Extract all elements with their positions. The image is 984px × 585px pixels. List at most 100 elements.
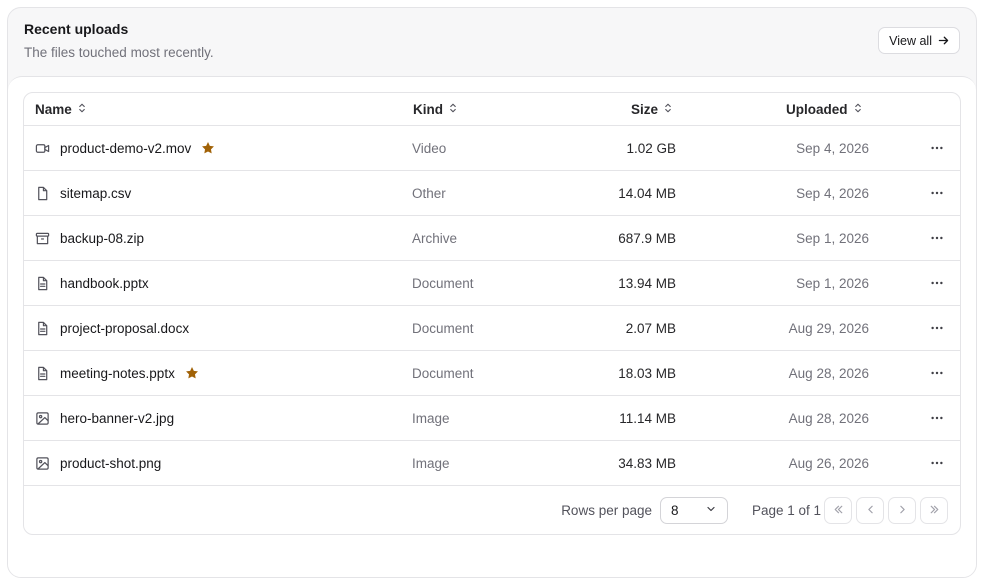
table-footer: Rows per page 8 Page 1 of 1 (24, 486, 960, 534)
card-subtitle: The files touched most recently. (24, 45, 214, 60)
file-name[interactable]: product-demo-v2.mov (60, 141, 191, 156)
cell-size: 13.94 MB (618, 275, 676, 291)
cell-uploaded: Sep 4, 2026 (796, 185, 869, 201)
table-body: product-demo-v2.mov Video 1.02 GB Sep 4, 20… (24, 126, 960, 486)
card-title: Recent uploads (24, 21, 129, 37)
arrow-right-icon (937, 34, 950, 47)
cell-actions (928, 306, 946, 350)
chevrons-right-icon (928, 503, 941, 519)
table-row[interactable]: product-shot.png Image 34.83 MB Aug 26, 202… (24, 441, 960, 486)
sort-icon (447, 102, 459, 117)
cell-kind: Archive (412, 230, 458, 246)
pagination (824, 497, 948, 524)
more-horizontal-icon (930, 231, 944, 245)
recent-uploads-card: Recent uploads The files touched most re… (7, 7, 977, 578)
row-actions-button[interactable] (928, 274, 946, 292)
cell-uploaded: Sep 4, 2026 (796, 140, 869, 156)
table-row[interactable]: hero-banner-v2.jpg Image 11.14 MB Aug 28, 2… (24, 396, 960, 441)
table-row[interactable]: backup-08.zip Archive 687.9 MB Sep 1, 2026 (24, 216, 960, 261)
cell-kind: Image (412, 410, 450, 426)
cell-uploaded: Sep 1, 2026 (796, 275, 869, 291)
cell-size: 11.14 MB (619, 410, 676, 426)
more-horizontal-icon (930, 186, 944, 200)
sort-icon (76, 102, 88, 117)
more-horizontal-icon (930, 366, 944, 380)
row-actions-button[interactable] (928, 184, 946, 202)
row-actions-button[interactable] (928, 319, 946, 337)
column-header-name-label: Name (35, 102, 72, 117)
table-row[interactable]: project-proposal.docx Document 2.07 MB Aug … (24, 306, 960, 351)
cell-actions (928, 261, 946, 305)
file-name[interactable]: project-proposal.docx (60, 321, 189, 336)
last-page-button[interactable] (920, 497, 948, 524)
cell-name: product-shot.png (35, 441, 161, 485)
cell-name: sitemap.csv (35, 171, 131, 215)
cell-kind: Other (412, 185, 446, 201)
image-icon (35, 456, 50, 471)
cell-size: 18.03 MB (618, 365, 676, 381)
file-icon (35, 186, 50, 201)
cell-size: 34.83 MB (618, 455, 676, 471)
row-actions-button[interactable] (928, 229, 946, 247)
column-header-uploaded-label: Uploaded (786, 102, 848, 117)
cell-kind: Image (412, 455, 450, 471)
column-header-kind[interactable]: Kind (413, 93, 459, 126)
sort-icon (852, 102, 864, 117)
column-header-size[interactable]: Size (631, 93, 674, 126)
cell-uploaded: Sep 1, 2026 (796, 230, 869, 246)
cell-actions (928, 396, 946, 440)
archive-icon (35, 231, 50, 246)
cell-uploaded: Aug 28, 2026 (788, 410, 869, 426)
cell-actions (928, 126, 946, 170)
rows-per-page-value: 8 (671, 503, 679, 518)
sort-icon (662, 102, 674, 117)
chevron-right-icon (896, 503, 909, 519)
more-horizontal-icon (930, 456, 944, 470)
cell-uploaded: Aug 29, 2026 (788, 320, 869, 336)
cell-size: 2.07 MB (625, 320, 676, 336)
table-row[interactable]: sitemap.csv Other 14.04 MB Sep 4, 2026 (24, 171, 960, 216)
more-horizontal-icon (930, 141, 944, 155)
rows-per-page-select[interactable]: 8 (660, 497, 728, 524)
row-actions-button[interactable] (928, 409, 946, 427)
file-name[interactable]: hero-banner-v2.jpg (60, 411, 174, 426)
row-actions-button[interactable] (928, 139, 946, 157)
more-horizontal-icon (930, 276, 944, 290)
file-name[interactable]: meeting-notes.pptx (60, 366, 175, 381)
row-actions-button[interactable] (928, 364, 946, 382)
cell-uploaded: Aug 26, 2026 (788, 455, 869, 471)
view-all-label: View all (889, 33, 932, 48)
file-name[interactable]: sitemap.csv (60, 186, 131, 201)
star-icon (201, 141, 215, 155)
page-indicator: Page 1 of 1 (752, 502, 822, 518)
column-header-size-label: Size (631, 102, 659, 117)
document-icon (35, 366, 50, 381)
cell-kind: Document (412, 365, 474, 381)
cell-size: 14.04 MB (618, 185, 676, 201)
row-actions-button[interactable] (928, 454, 946, 472)
cell-name: hero-banner-v2.jpg (35, 396, 174, 440)
file-name[interactable]: backup-08.zip (60, 231, 144, 246)
file-name[interactable]: product-shot.png (60, 456, 161, 471)
first-page-button[interactable] (824, 497, 852, 524)
cell-name: project-proposal.docx (35, 306, 189, 350)
file-name[interactable]: handbook.pptx (60, 276, 149, 291)
view-all-button[interactable]: View all (878, 27, 960, 54)
more-horizontal-icon (930, 321, 944, 335)
video-icon (35, 141, 50, 156)
table-row[interactable]: product-demo-v2.mov Video 1.02 GB Sep 4, 20… (24, 126, 960, 171)
previous-page-button[interactable] (856, 497, 884, 524)
next-page-button[interactable] (888, 497, 916, 524)
files-table: Name Kind Size Uploaded product-demo-v2.… (23, 92, 961, 535)
cell-size: 687.9 MB (618, 230, 676, 246)
table-header: Name Kind Size Uploaded (24, 93, 960, 126)
rows-per-page-label: Rows per page (561, 502, 652, 518)
cell-name: product-demo-v2.mov (35, 126, 215, 170)
column-header-name[interactable]: Name (35, 93, 88, 126)
cell-actions (928, 171, 946, 215)
column-header-kind-label: Kind (413, 102, 443, 117)
table-row[interactable]: meeting-notes.pptx Document 18.03 MB Aug 28… (24, 351, 960, 396)
column-header-uploaded[interactable]: Uploaded (786, 93, 864, 126)
table-row[interactable]: handbook.pptx Document 13.94 MB Sep 1, 2026 (24, 261, 960, 306)
cell-name: backup-08.zip (35, 216, 144, 260)
